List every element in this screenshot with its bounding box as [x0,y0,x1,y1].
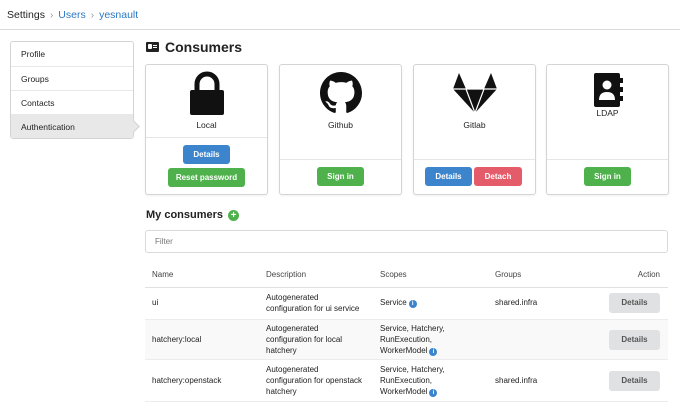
table-header: Name Description Scopes Groups Action [145,261,668,288]
consumer-card-local: Local Details Reset password [145,64,268,195]
column-header-action: Action [637,270,660,279]
card-name-ldap: LDAP [596,108,619,118]
filter-input[interactable] [145,230,668,253]
consumers-table: Name Description Scopes Groups Action ui… [145,261,668,402]
sidebar-item-profile[interactable]: Profile [11,42,133,66]
reset-password-button[interactable]: Reset password [168,168,245,187]
sidebar-item-groups[interactable]: Groups [11,66,133,90]
info-icon[interactable]: i [408,300,417,308]
consumer-groups: shared.infra [495,298,538,307]
description-line: hatchery [266,387,297,396]
description-line: Autogenerated [266,365,319,374]
table-row: hatchery:local Autogenerated configurati… [145,320,668,360]
scope-line: Service, Hatchery, [380,365,445,374]
consumer-name: ui [152,298,159,307]
consumer-scopes: Service i [380,297,417,308]
breadcrumb-users[interactable]: Users [58,9,85,21]
scope-line: Service, Hatchery, [380,324,445,333]
page-title: Consumers [146,39,242,55]
row-details-button[interactable]: Details [609,330,660,350]
sidebar-item-contacts[interactable]: Contacts [11,90,133,114]
github-icon [280,72,401,114]
table-row: hatchery:openstack Autogenerated configu… [145,360,668,402]
my-consumers-heading: My consumers + [146,209,240,221]
gitlab-detach-button[interactable]: Detach [474,167,522,186]
consumer-description: Autogenerated configuration for local ha… [266,323,342,356]
info-icon[interactable]: i [429,389,438,397]
consumer-description: Autogenerated configuration for ui servi… [266,292,359,314]
scope-line: RunExecution, [380,376,433,385]
chevron-right-icon: › [90,9,95,21]
add-consumer-icon[interactable]: + [228,209,240,221]
consumer-name: hatchery:local [152,335,202,344]
description-line: Autogenerated [266,324,319,333]
column-header-name: Name [152,270,174,279]
gitlab-icon [414,73,535,113]
scope-line: WorkerModel [380,387,428,396]
breadcrumb-current-user[interactable]: yesnault [99,9,138,21]
settings-sidebar: Profile Groups Contacts Authentication [10,41,134,139]
consumer-description: Autogenerated configuration for openstac… [266,364,362,397]
chevron-right-icon: › [49,9,54,21]
id-card-icon [146,42,159,52]
description-line: configuration for ui service [266,304,360,313]
consumer-scopes: Service, Hatchery, RunExecution, WorkerM… [380,323,445,356]
column-header-description: Description [266,270,307,279]
sidebar-item-authentication[interactable]: Authentication [11,114,133,138]
ldap-signin-button[interactable]: Sign in [584,167,631,186]
scope-line: Service [380,298,407,307]
consumer-scopes: Service, Hatchery, RunExecution, WorkerM… [380,364,445,397]
row-details-button[interactable]: Details [609,371,660,391]
table-row: ui Autogenerated configuration for ui se… [145,288,668,320]
page-title-text: Consumers [165,39,243,55]
card-name-local: Local [196,120,217,130]
description-line: configuration for openstack [266,376,363,385]
info-icon[interactable]: i [429,348,438,356]
card-name-github: Github [327,120,354,130]
gitlab-details-button[interactable]: Details [425,167,472,186]
scope-line: WorkerModel [380,346,428,355]
breadcrumb-settings[interactable]: Settings [7,9,45,21]
local-details-button[interactable]: Details [183,145,230,164]
description-line: Autogenerated [266,293,319,302]
breadcrumb: Settings › Users › yesnault [7,9,138,21]
scope-line: RunExecution, [380,335,433,344]
address-book-icon [547,73,668,107]
consumer-card-gitlab: Gitlab Details Detach [413,64,536,195]
description-line: configuration for local [266,335,343,344]
consumer-name: hatchery:openstack [152,376,222,385]
column-header-groups: Groups [495,270,522,279]
description-line: hatchery [266,346,297,355]
consumer-groups: shared.infra [495,376,538,385]
github-signin-button[interactable]: Sign in [317,167,364,186]
row-details-button[interactable]: Details [609,293,660,313]
card-name-gitlab: Gitlab [463,120,486,130]
column-header-scopes: Scopes [380,270,407,279]
consumer-card-github: Github Sign in [279,64,402,195]
consumer-card-ldap: LDAP Sign in [546,64,669,195]
lock-icon [146,71,267,115]
my-consumers-title: My consumers [146,209,224,221]
header-divider [0,29,680,30]
